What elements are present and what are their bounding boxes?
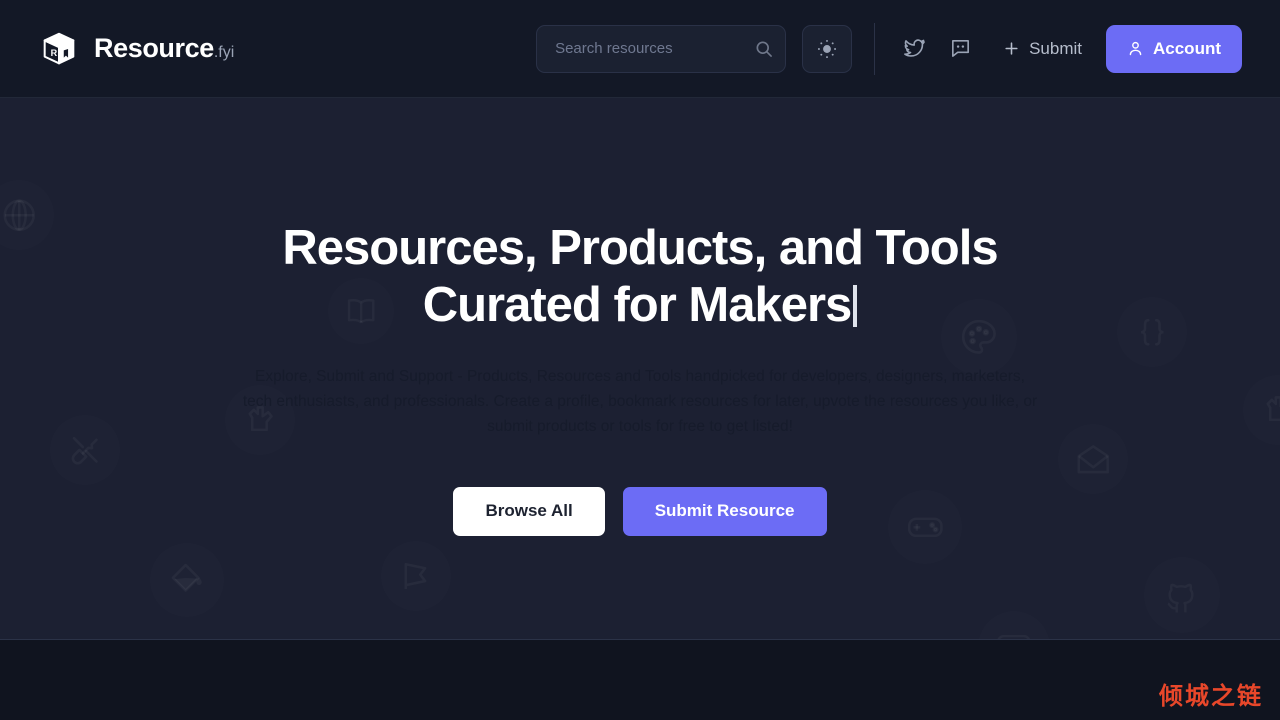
discord-link[interactable] — [943, 32, 977, 66]
hero-section: Resources, Products, and Tools Curated f… — [0, 98, 1280, 640]
youtube-icon — [978, 611, 1050, 639]
brand-name: Resource.fyi — [94, 35, 234, 62]
github-icon — [1144, 557, 1220, 633]
paint-bucket-icon — [150, 543, 224, 617]
page-root: R Resource.fyi Search resources Submit A… — [0, 0, 1280, 720]
svg-text:R: R — [51, 48, 58, 58]
discord-icon — [951, 40, 969, 57]
header-actions: Submit Account — [536, 22, 1242, 75]
account-button-label: Account — [1153, 38, 1221, 58]
user-icon — [1129, 41, 1142, 56]
header-divider — [874, 22, 876, 75]
submit-link-label: Submit — [1029, 38, 1082, 58]
submit-link[interactable]: Submit — [1003, 39, 1082, 59]
watermark: 倾城之链 — [1159, 683, 1263, 710]
hero-title-line-2: Curated for Makers — [422, 278, 853, 333]
hero-cta-group: Browse All Submit Resource — [0, 486, 1280, 536]
plus-icon — [1005, 42, 1018, 55]
hero-subtitle: Explore, Submit and Support - Products, … — [242, 367, 1038, 435]
twitter-link[interactable] — [897, 32, 931, 66]
typewriter-caret — [853, 285, 858, 328]
search-icon[interactable] — [754, 39, 774, 59]
browse-all-button[interactable]: Browse All — [453, 486, 605, 536]
search-box[interactable] — [536, 24, 787, 73]
submit-resource-button[interactable]: Submit Resource — [622, 486, 827, 536]
account-button[interactable]: Account — [1106, 24, 1242, 73]
search-input[interactable] — [555, 25, 755, 72]
hero-content: Resources, Products, and Tools Curated f… — [0, 98, 1280, 536]
page-title: Resources, Products, and Tools Curated f… — [280, 220, 1000, 335]
site-footer: 倾城之链 — [0, 641, 1280, 720]
brand-logo[interactable]: R Resource.fyi — [38, 28, 234, 70]
flag-icon — [381, 541, 451, 611]
brand-name-text: Resource — [94, 33, 214, 63]
hero-title-line-1: Resources, Products, and Tools — [282, 221, 998, 275]
cube-bookmark-logo-icon: R — [43, 32, 75, 64]
twitter-icon — [903, 39, 925, 57]
brand-suffix-text: .fyi — [213, 44, 235, 61]
theme-toggle-button[interactable] — [802, 24, 853, 73]
site-header: R Resource.fyi Search resources Submit A… — [0, 0, 1280, 98]
sun-icon — [818, 39, 837, 58]
